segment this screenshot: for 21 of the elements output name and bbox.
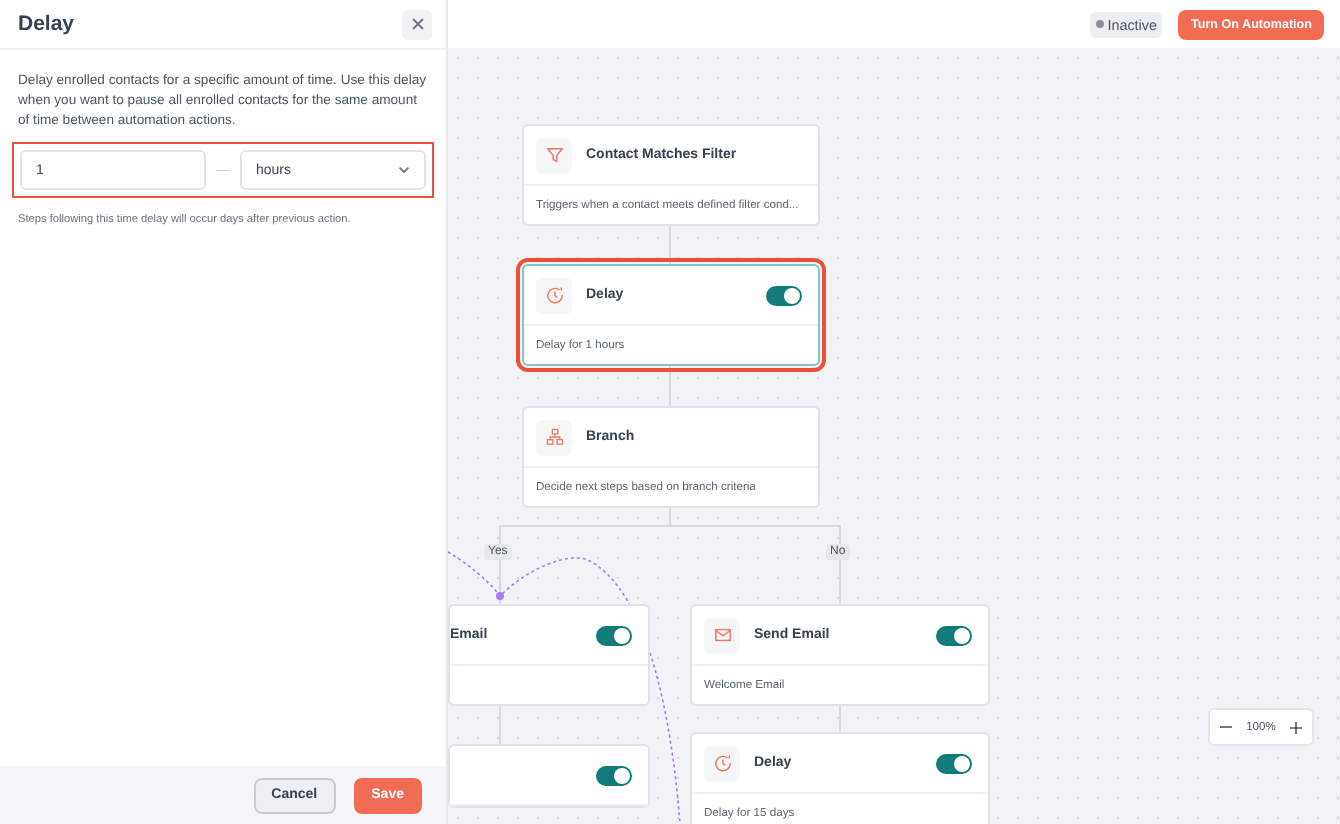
zoom-in-button[interactable] xyxy=(1287,719,1304,735)
clock-icon xyxy=(536,277,572,313)
close-icon xyxy=(411,18,423,30)
panel-title: Delay xyxy=(18,12,75,36)
step-card[interactable] xyxy=(448,744,650,808)
envelope-icon xyxy=(704,617,740,653)
minus-icon xyxy=(1220,726,1232,728)
plus-icon xyxy=(1289,721,1302,733)
toggle-switch[interactable] xyxy=(936,753,972,773)
zoom-out-button[interactable] xyxy=(1218,724,1234,730)
funnel-icon xyxy=(536,137,572,173)
clock-icon xyxy=(704,745,740,781)
close-button[interactable] xyxy=(402,9,432,39)
connector-dot-icon xyxy=(496,592,504,600)
branch-icon xyxy=(536,419,572,455)
status-dot-icon xyxy=(1095,20,1104,28)
toggle-switch[interactable] xyxy=(936,625,972,645)
toggle-switch[interactable] xyxy=(596,625,632,645)
toggle-switch[interactable] xyxy=(596,765,632,785)
toggle-switch[interactable] xyxy=(766,285,802,305)
chevron-down-icon xyxy=(398,166,410,174)
